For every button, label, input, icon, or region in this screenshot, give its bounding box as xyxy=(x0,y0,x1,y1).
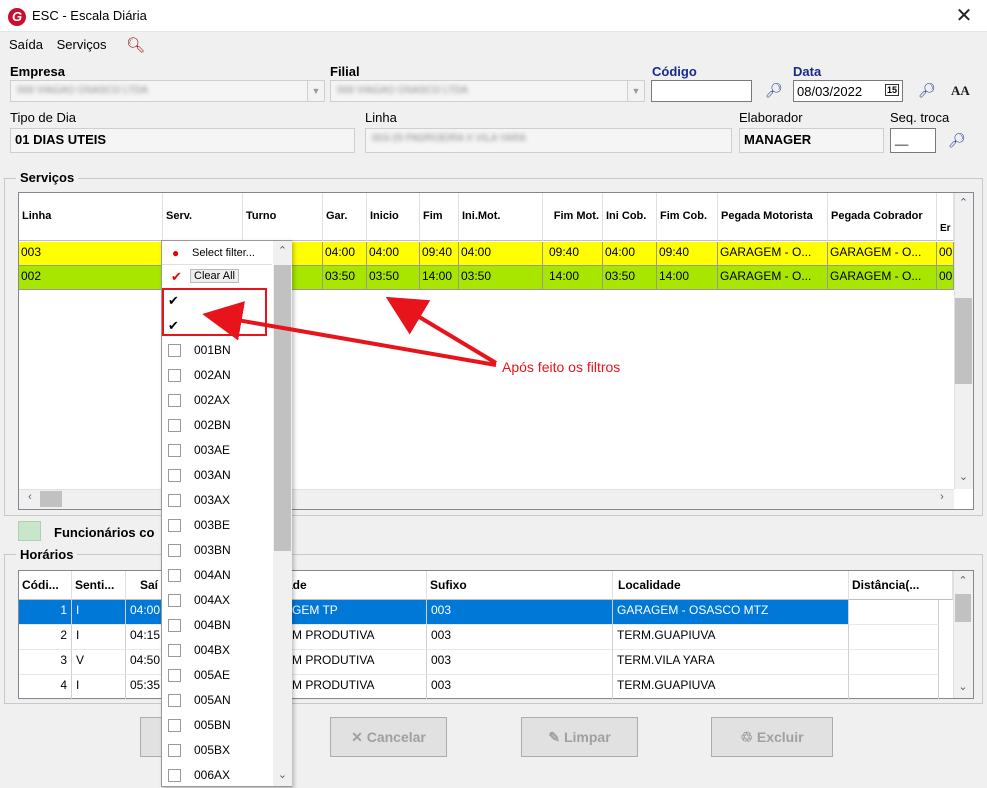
annotation-arrows xyxy=(202,296,498,367)
arrow-left xyxy=(202,301,497,367)
annotation-text: Após feito os filtros xyxy=(502,359,621,375)
arrow-up xyxy=(385,296,498,365)
